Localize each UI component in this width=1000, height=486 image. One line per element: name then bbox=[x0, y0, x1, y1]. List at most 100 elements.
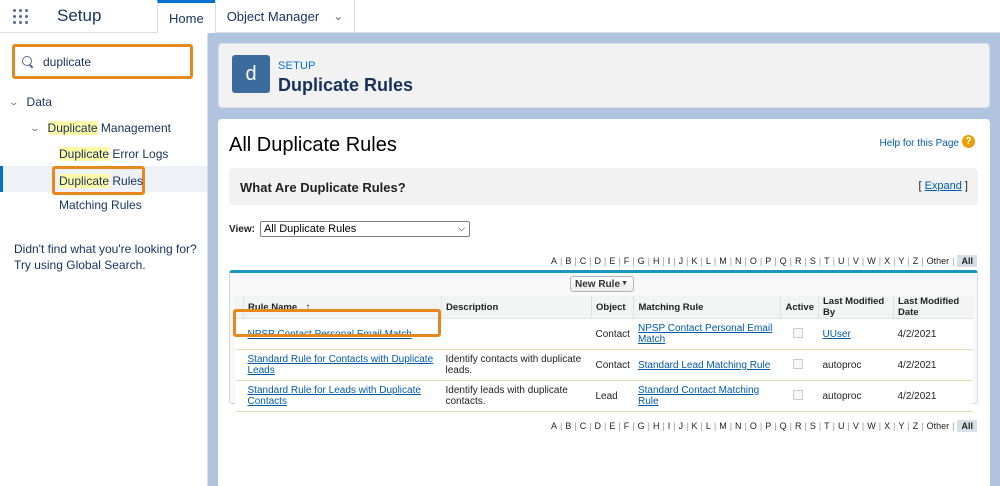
alpha-filter-letter[interactable]: Y bbox=[895, 256, 907, 266]
active-cell bbox=[780, 318, 819, 350]
matching-rule-link[interactable]: Standard Contact Matching Rule bbox=[633, 380, 781, 412]
alpha-filter-all[interactable]: All bbox=[957, 420, 977, 432]
alpha-filter-letter[interactable]: X bbox=[881, 421, 893, 431]
app-launcher-icon[interactable] bbox=[0, 0, 40, 32]
quick-find-box[interactable] bbox=[12, 44, 193, 79]
matching-rule-link[interactable]: Standard Lead Matching Rule bbox=[633, 349, 781, 381]
alpha-filter-letter[interactable]: I bbox=[665, 256, 674, 266]
alpha-filter-letter[interactable]: G bbox=[635, 421, 648, 431]
alpha-filter-all[interactable]: All bbox=[957, 255, 977, 267]
new-rule-button[interactable]: New Rule ▼ bbox=[570, 276, 634, 292]
alpha-filter-letter[interactable]: F bbox=[621, 421, 633, 431]
tab-home[interactable]: Home bbox=[157, 0, 215, 33]
tree-node-duplicate-management[interactable]: ⌄ Duplicate Management bbox=[29, 121, 171, 135]
alpha-filter-letter[interactable]: Z bbox=[910, 421, 922, 431]
chevron-down-icon[interactable]: ⌄ bbox=[333, 9, 343, 23]
tab-object-manager[interactable]: Object Manager ⌄ bbox=[214, 0, 355, 32]
alpha-filter-letter[interactable]: K bbox=[688, 421, 700, 431]
alpha-filter-letter[interactable]: O bbox=[747, 421, 760, 431]
description-line: Identify contacts with duplicate bbox=[445, 354, 582, 365]
alpha-filter-letter[interactable]: I bbox=[665, 421, 674, 431]
alpha-filter-letter[interactable]: Z bbox=[910, 256, 922, 266]
help-link[interactable]: Help for this Page bbox=[880, 138, 960, 149]
alpha-filter-letter[interactable]: K bbox=[688, 256, 700, 266]
alpha-filter-letter[interactable]: V bbox=[850, 256, 862, 266]
column-header-active[interactable]: Active bbox=[780, 296, 819, 319]
alpha-filter-letter[interactable]: E bbox=[606, 421, 618, 431]
alpha-filter-letter[interactable]: Other bbox=[924, 256, 953, 266]
column-header-last-modified-date[interactable]: Last Modified Date bbox=[892, 296, 973, 319]
header-eyebrow: SETUP bbox=[278, 60, 316, 72]
expand-link[interactable]: Expand bbox=[925, 180, 962, 192]
info-section: What Are Duplicate Rules? [ Expand ] bbox=[229, 168, 978, 205]
alpha-filter-letter[interactable]: Q bbox=[777, 256, 790, 266]
modified-by-link[interactable]: UUser bbox=[818, 318, 894, 350]
alpha-filter-letter[interactable]: A bbox=[548, 421, 560, 431]
alpha-filter-letter[interactable]: W bbox=[864, 256, 879, 266]
hint-line: Try using Global Search. bbox=[14, 258, 146, 272]
help-icon[interactable]: ? bbox=[962, 135, 975, 148]
alpha-filter-letter[interactable]: W bbox=[864, 421, 879, 431]
tree-node-data[interactable]: ⌄ Data bbox=[8, 95, 51, 109]
alpha-filter-letter[interactable]: E bbox=[606, 256, 618, 266]
alpha-filter-letter[interactable]: L bbox=[703, 256, 714, 266]
chevron-down-icon[interactable]: ⌄ bbox=[29, 123, 40, 134]
alpha-filter-letter[interactable]: Other bbox=[924, 421, 953, 431]
alpha-filter-letter[interactable]: R bbox=[792, 421, 805, 431]
alpha-filter-letter[interactable]: N bbox=[732, 256, 745, 266]
link-line: Standard Rule for Leads with Duplicate bbox=[247, 385, 421, 396]
alpha-filter-letter[interactable]: G bbox=[635, 256, 648, 266]
column-header-last-modified-by[interactable]: Last Modified By bbox=[817, 296, 894, 319]
alpha-filter-letter[interactable]: A bbox=[548, 256, 560, 266]
alpha-filter-letter[interactable]: V bbox=[850, 421, 862, 431]
alpha-filter-letter[interactable]: B bbox=[562, 256, 574, 266]
alpha-filter-letter[interactable]: B bbox=[562, 421, 574, 431]
chevron-down-icon[interactable]: ⌄ bbox=[8, 97, 19, 108]
alpha-filter-letter[interactable]: T bbox=[821, 256, 833, 266]
tree-node-duplicate-error-logs[interactable]: Duplicate Error Logs bbox=[59, 147, 168, 161]
page-header: d SETUP Duplicate Rules bbox=[218, 43, 990, 108]
tree-node-matching-rules[interactable]: Matching Rules bbox=[59, 198, 142, 212]
alpha-filter-letter[interactable]: F bbox=[621, 256, 633, 266]
matching-rule-link[interactable]: NPSP Contact Personal Email Match bbox=[633, 318, 781, 350]
alpha-filter-letter[interactable]: S bbox=[807, 421, 819, 431]
alpha-filter-letter[interactable]: J bbox=[676, 256, 687, 266]
rule-name-link[interactable]: Standard Rule for Leads with Duplicate C… bbox=[243, 380, 442, 412]
alpha-filter-letter[interactable]: S bbox=[807, 256, 819, 266]
alpha-filter-letter[interactable]: H bbox=[650, 256, 663, 266]
alpha-filter-letter[interactable]: M bbox=[716, 256, 730, 266]
column-header-matching-rule[interactable]: Matching Rule bbox=[633, 296, 782, 319]
quick-find-input[interactable] bbox=[43, 54, 183, 69]
alpha-filter-letter[interactable]: R bbox=[792, 256, 805, 266]
alpha-filter-letter[interactable]: Q bbox=[777, 421, 790, 431]
alpha-filter-letter[interactable]: U bbox=[835, 256, 848, 266]
alpha-filter-letter[interactable]: N bbox=[732, 421, 745, 431]
alpha-filter-letter[interactable]: Y bbox=[895, 421, 907, 431]
tree-node-label: Rules bbox=[109, 173, 144, 188]
alpha-filter-letter[interactable]: M bbox=[716, 421, 730, 431]
highlight-match: Duplicate bbox=[59, 147, 110, 161]
alpha-filter-letter[interactable]: J bbox=[676, 421, 687, 431]
alpha-filter-letter[interactable]: D bbox=[592, 421, 605, 431]
column-header-description[interactable]: Description bbox=[441, 296, 592, 319]
alpha-filter-letter[interactable]: C bbox=[577, 256, 590, 266]
alpha-filter-letter[interactable]: C bbox=[577, 421, 590, 431]
active-cell bbox=[780, 349, 819, 381]
alpha-filter-letter[interactable]: U bbox=[835, 421, 848, 431]
alpha-filter-letter[interactable]: T bbox=[821, 421, 833, 431]
object-cell: Contact bbox=[591, 318, 634, 350]
rule-name-link[interactable]: Standard Rule for Contacts with Duplicat… bbox=[243, 349, 442, 381]
view-select[interactable]: All Duplicate Rules ⌵ bbox=[259, 221, 470, 237]
alpha-filter-letter[interactable]: P bbox=[762, 256, 774, 266]
alpha-filter-letter[interactable]: P bbox=[762, 421, 774, 431]
column-header-object[interactable]: Object bbox=[590, 296, 635, 319]
tree-node-duplicate-rules[interactable]: Duplicate Rules bbox=[52, 166, 145, 195]
alpha-filter-letter[interactable]: O bbox=[747, 256, 760, 266]
chevron-down-icon: ⌵ bbox=[458, 223, 465, 233]
alpha-filter-letter[interactable]: D bbox=[592, 256, 605, 266]
alpha-filter-letter[interactable]: H bbox=[650, 421, 663, 431]
alpha-filter-letter[interactable]: L bbox=[703, 421, 714, 431]
alpha-filter-letter[interactable]: X bbox=[881, 256, 893, 266]
table-row: Standard Rule for Leads with Duplicate C… bbox=[235, 380, 973, 412]
active-cell bbox=[780, 380, 819, 412]
